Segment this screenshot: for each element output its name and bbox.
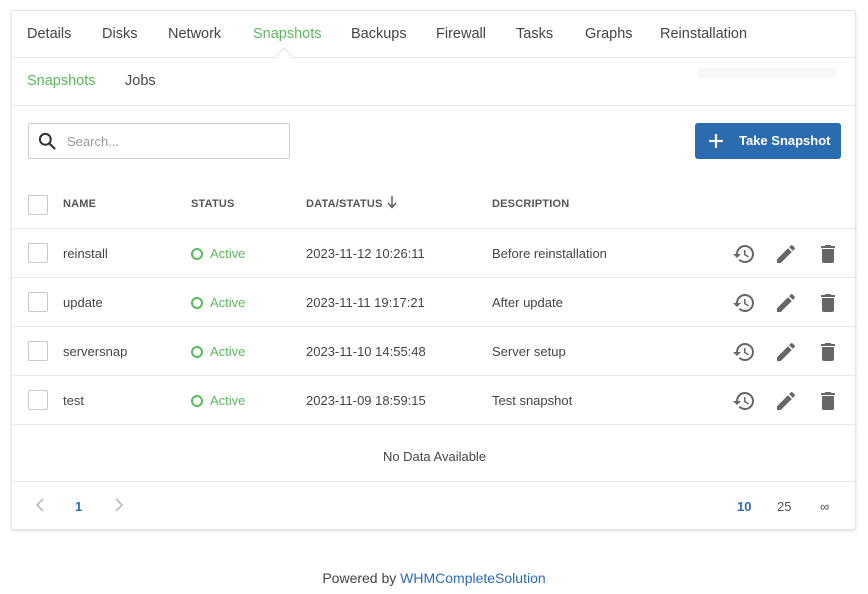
snapshot-date: 2023-11-10 14:55:48 bbox=[306, 344, 426, 359]
search-icon bbox=[38, 132, 56, 150]
tab-firewall[interactable]: Firewall bbox=[436, 26, 486, 42]
pencil-icon bbox=[777, 342, 796, 361]
snapshot-name: test bbox=[63, 393, 84, 408]
snapshot-description: Test snapshot bbox=[492, 393, 573, 408]
subtab-jobs[interactable]: Jobs bbox=[125, 73, 156, 89]
snapshot-name: update bbox=[63, 295, 103, 310]
snapshot-name: reinstall bbox=[63, 246, 108, 261]
pagination: 1 10 25 ∞ bbox=[12, 482, 857, 530]
restore-button[interactable] bbox=[732, 340, 756, 364]
trash-icon bbox=[821, 343, 835, 361]
subtab-placeholder-bar bbox=[698, 68, 836, 78]
status-circle-icon bbox=[191, 346, 203, 358]
tab-snapshots[interactable]: Snapshots bbox=[253, 26, 322, 42]
restore-icon bbox=[733, 245, 754, 263]
search-box[interactable] bbox=[28, 123, 290, 159]
restore-icon bbox=[733, 343, 754, 361]
status-badge: Active bbox=[210, 393, 246, 408]
delete-button[interactable] bbox=[816, 242, 840, 266]
status-badge: Active bbox=[210, 246, 246, 261]
restore-button[interactable] bbox=[732, 389, 756, 413]
snapshot-description: Before reinstallation bbox=[492, 246, 607, 261]
snapshot-description: Server setup bbox=[492, 344, 566, 359]
tab-tasks[interactable]: Tasks bbox=[516, 26, 553, 42]
restore-icon bbox=[733, 294, 754, 312]
arrow-down-icon[interactable] bbox=[386, 195, 398, 209]
pencil-icon bbox=[777, 244, 796, 263]
status-badge: Active bbox=[210, 344, 246, 359]
table-row: update Active 2023-11-11 19:17:21 After upd… bbox=[12, 278, 857, 327]
snapshot-date: 2023-11-11 19:17:21 bbox=[306, 295, 425, 310]
page-size-all[interactable]: ∞ bbox=[820, 499, 829, 514]
snapshot-description: After update bbox=[492, 295, 563, 310]
take-snapshot-label: Take Snapshot bbox=[739, 133, 831, 148]
column-header-description[interactable]: DESCRIPTION bbox=[492, 198, 569, 210]
row-checkbox[interactable] bbox=[28, 243, 48, 263]
edit-button[interactable] bbox=[774, 242, 798, 266]
row-checkbox[interactable] bbox=[28, 292, 48, 312]
restore-icon bbox=[733, 392, 754, 410]
tab-graphs[interactable]: Graphs bbox=[585, 26, 633, 42]
table-row: serversnap Active 2023-11-10 14:55:48 Serve… bbox=[12, 327, 857, 376]
select-all-checkbox[interactable] bbox=[28, 195, 48, 215]
status-badge: Active bbox=[210, 295, 246, 310]
pencil-icon bbox=[777, 391, 796, 410]
delete-button[interactable] bbox=[816, 389, 840, 413]
chevron-left-icon[interactable] bbox=[34, 497, 46, 513]
sub-tabs: Snapshots Jobs bbox=[12, 58, 855, 106]
row-checkbox[interactable] bbox=[28, 390, 48, 410]
page-size-10[interactable]: 10 bbox=[737, 499, 751, 514]
row-checkbox[interactable] bbox=[28, 341, 48, 361]
trash-icon bbox=[821, 392, 835, 410]
trash-icon bbox=[821, 294, 835, 312]
status-circle-icon bbox=[191, 395, 203, 407]
main-tabs: Details Disks Network Snapshots Backups … bbox=[12, 11, 855, 65]
page-size-25[interactable]: 25 bbox=[777, 499, 791, 514]
edit-button[interactable] bbox=[774, 340, 798, 364]
snapshot-name: serversnap bbox=[63, 344, 128, 359]
tab-details[interactable]: Details bbox=[27, 26, 71, 42]
trash-icon bbox=[821, 245, 835, 263]
table-row: reinstall Active 2023-11-12 10:26:11 Before… bbox=[12, 229, 857, 278]
subtab-snapshots[interactable]: Snapshots bbox=[27, 73, 96, 89]
delete-button[interactable] bbox=[816, 291, 840, 315]
chevron-right-icon[interactable] bbox=[113, 497, 125, 513]
tab-disks[interactable]: Disks bbox=[102, 26, 137, 42]
edit-button[interactable] bbox=[774, 389, 798, 413]
pencil-icon bbox=[777, 293, 796, 312]
snapshot-date: 2023-11-09 18:59:15 bbox=[306, 393, 426, 408]
table-header: NAME STATUS DATA/STATUS DESCRIPTION bbox=[12, 181, 857, 229]
status-circle-icon bbox=[191, 248, 203, 260]
table-row: test Active 2023-11-09 18:59:15 Test snapsh… bbox=[12, 376, 857, 425]
footer-link[interactable]: WHMCompleteSolution bbox=[400, 570, 546, 586]
plus-icon bbox=[709, 134, 723, 148]
restore-button[interactable] bbox=[732, 242, 756, 266]
status-circle-icon bbox=[191, 297, 203, 309]
column-header-name[interactable]: NAME bbox=[63, 198, 96, 210]
footer-prefix: Powered by bbox=[322, 570, 401, 586]
page-number-current[interactable]: 1 bbox=[75, 499, 82, 514]
empty-state-text: No Data Available bbox=[382, 449, 487, 464]
restore-button[interactable] bbox=[732, 291, 756, 315]
empty-state: No Data Available bbox=[12, 431, 857, 482]
search-input[interactable] bbox=[67, 132, 277, 150]
take-snapshot-button[interactable]: Take Snapshot bbox=[695, 123, 841, 159]
tab-network[interactable]: Network bbox=[168, 26, 221, 42]
snapshots-panel: Details Disks Network Snapshots Backups … bbox=[11, 10, 857, 530]
column-header-date[interactable]: DATA/STATUS bbox=[306, 198, 383, 210]
column-header-status[interactable]: STATUS bbox=[191, 198, 235, 210]
snapshot-date: 2023-11-12 10:26:11 bbox=[306, 246, 425, 261]
footer: Powered by WHMCompleteSolution bbox=[0, 570, 868, 586]
tab-backups[interactable]: Backups bbox=[351, 26, 407, 42]
tab-reinstallation[interactable]: Reinstallation bbox=[660, 26, 747, 42]
delete-button[interactable] bbox=[816, 340, 840, 364]
edit-button[interactable] bbox=[774, 291, 798, 315]
